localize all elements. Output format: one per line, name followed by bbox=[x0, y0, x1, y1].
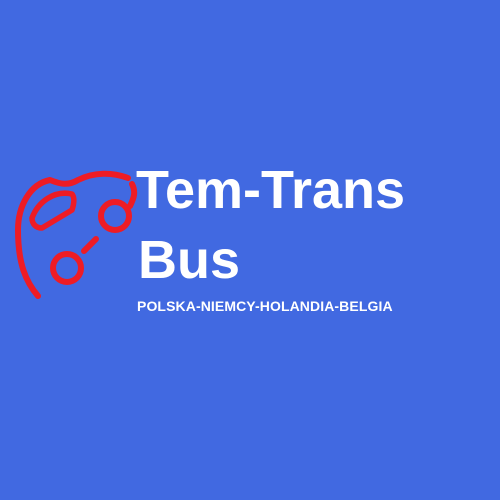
car-wheel-front bbox=[98, 199, 132, 233]
car-icon bbox=[15, 170, 138, 299]
car-wheel-rear bbox=[50, 251, 84, 285]
car-hood bbox=[127, 181, 138, 209]
car-icon-strokes bbox=[15, 170, 138, 299]
car-underside bbox=[81, 236, 99, 254]
car-window bbox=[29, 190, 77, 231]
brand-title-line-1: Tem-Trans bbox=[136, 160, 406, 220]
brand-tagline: POLSKA-NIEMCY-HOLANDIA-BELGIA bbox=[137, 298, 393, 314]
brand-title-line-2: Bus bbox=[138, 230, 241, 290]
logo-canvas: Tem-Trans Bus POLSKA-NIEMCY-HOLANDIA-BEL… bbox=[0, 0, 500, 500]
